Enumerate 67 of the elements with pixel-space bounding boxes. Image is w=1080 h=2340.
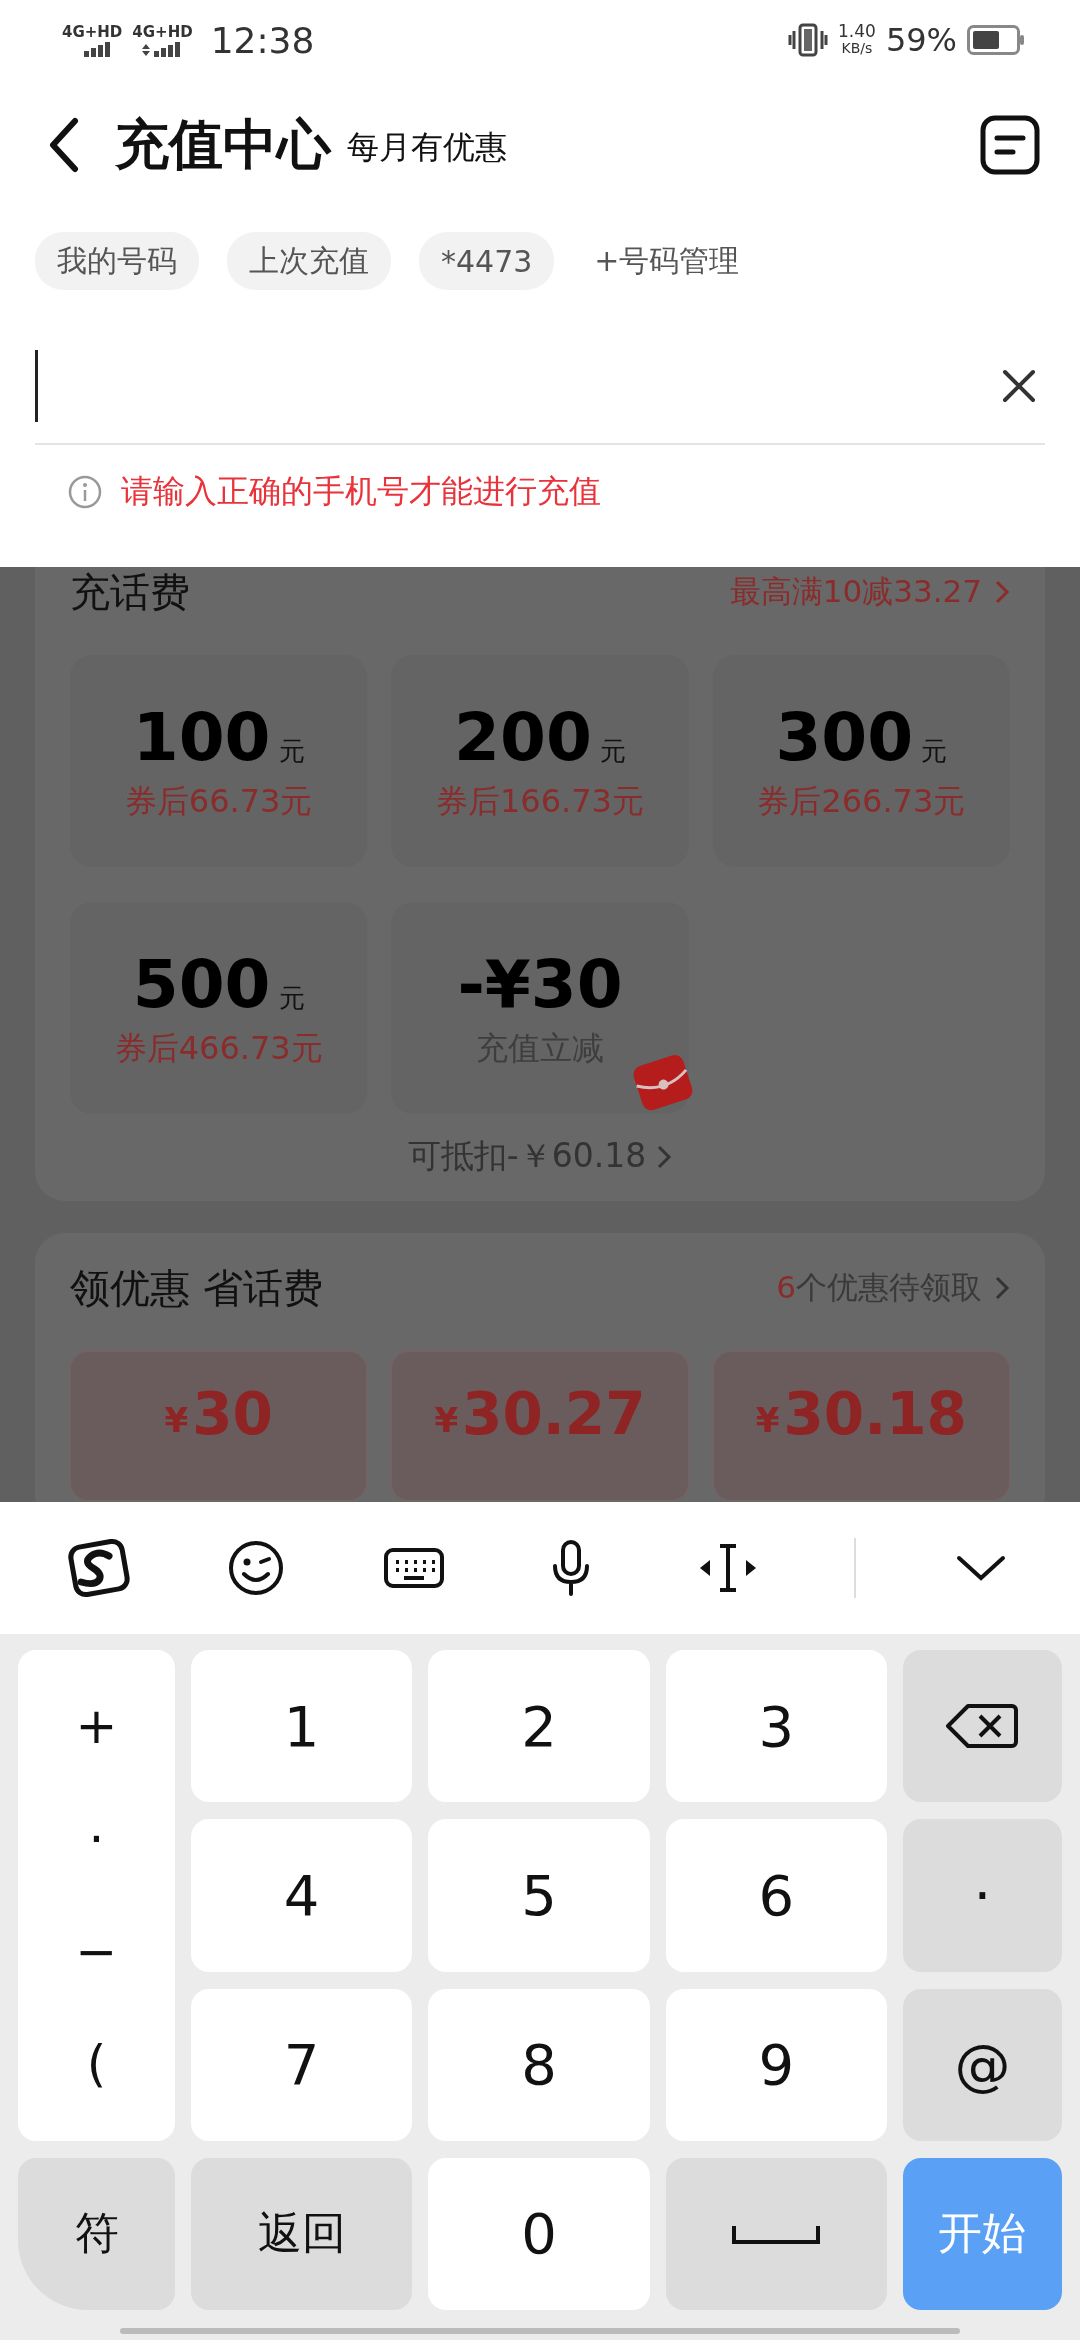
- backspace-key[interactable]: [903, 1650, 1062, 1803]
- discount-value: -¥30: [457, 945, 623, 1023]
- info-icon: [67, 474, 103, 510]
- digit-key[interactable]: 8: [428, 1988, 650, 2141]
- amount-value: 200: [454, 698, 592, 776]
- symbol-key[interactable]: +: [75, 1697, 118, 1756]
- function-key[interactable]: @: [903, 1988, 1062, 2141]
- price-after-coupon: 券后466.73元: [114, 1027, 323, 1069]
- amount-tile[interactable]: 100 元 券后66.73元: [70, 655, 368, 867]
- page-subtitle: 每月有优惠: [347, 127, 508, 168]
- digit-key[interactable]: 2: [428, 1650, 650, 1803]
- logo-icon[interactable]: [66, 1536, 131, 1600]
- battery-percent: 59%: [885, 21, 957, 59]
- network-indicator: 4G+HD: [132, 23, 193, 57]
- section-title: 领优惠 省话费: [70, 1263, 323, 1313]
- network-indicator: 4G+HD: [62, 23, 123, 57]
- amount-value: 500: [132, 945, 271, 1023]
- chevron-right-icon: [656, 1143, 673, 1170]
- digit-key[interactable]: 0: [428, 2157, 650, 2310]
- digit-key[interactable]: 4: [191, 1819, 413, 1972]
- number-chip[interactable]: 我的号码: [35, 232, 199, 290]
- currency-sign: ¥: [434, 1400, 459, 1440]
- amount-unit: 元: [278, 981, 305, 1015]
- backspace-icon: [946, 1702, 1019, 1751]
- symbol-key[interactable]: (: [86, 2035, 107, 2094]
- network-speed: 1.40: [838, 23, 876, 40]
- page-title: 充值中心: [115, 111, 331, 178]
- amount-value: 300: [775, 698, 914, 776]
- amount-tile[interactable]: 300 元 券后266.73元: [712, 655, 1010, 867]
- symbol-list[interactable]: + · − (: [18, 1650, 175, 2141]
- speed-unit: KB/s: [841, 40, 873, 57]
- function-key[interactable]: 返回: [191, 2157, 413, 2310]
- coupon-value: 30: [192, 1380, 273, 1448]
- digit-key[interactable]: 5: [428, 1819, 650, 1972]
- section-title: 充话费: [70, 567, 190, 617]
- coupon-value: 30.18: [783, 1380, 967, 1448]
- digit-key[interactable]: 6: [665, 1819, 887, 1972]
- amount-tile[interactable]: 200 元 券后166.73元: [391, 655, 689, 867]
- amount-unit: 元: [278, 734, 305, 768]
- digit-key[interactable]: 3: [665, 1650, 887, 1803]
- price-after-coupon: 券后266.73元: [757, 780, 966, 822]
- currency-sign: ¥: [755, 1400, 780, 1440]
- number-chip[interactable]: *4473: [419, 232, 555, 290]
- digit-key[interactable]: 7: [191, 1988, 413, 2141]
- number-chip[interactable]: 上次充值: [227, 232, 391, 290]
- amount-value: 100: [132, 698, 271, 776]
- vibrate-icon: [788, 23, 828, 57]
- menu-icon[interactable]: [980, 115, 1040, 175]
- chevron-right-icon: [994, 579, 1010, 605]
- function-key[interactable]: ·: [903, 1819, 1062, 1972]
- chevron-right-icon: [994, 1275, 1010, 1301]
- clock-time: 12:38: [210, 19, 315, 61]
- amount-unit: 元: [921, 734, 948, 768]
- digit-key[interactable]: 9: [665, 1988, 887, 2141]
- symbol-key[interactable]: −: [75, 1922, 118, 1981]
- currency-sign: ¥: [164, 1400, 189, 1440]
- digit-key[interactable]: 1: [191, 1650, 413, 1803]
- symbol-key[interactable]: ·: [88, 1810, 105, 1869]
- amount-tile[interactable]: 500 元 券后466.73元: [70, 902, 368, 1114]
- function-key[interactable]: 符: [18, 2157, 175, 2310]
- price-after-coupon: 券后166.73元: [436, 780, 644, 822]
- coupon-value: 30.27: [462, 1380, 646, 1448]
- battery-icon: [967, 25, 1025, 55]
- amount-unit: 元: [599, 734, 626, 768]
- price-after-coupon: 券后66.73元: [124, 780, 313, 822]
- number-manage-link[interactable]: +号码管理: [582, 232, 752, 290]
- error-message: 请输入正确的手机号才能进行充值: [121, 471, 601, 512]
